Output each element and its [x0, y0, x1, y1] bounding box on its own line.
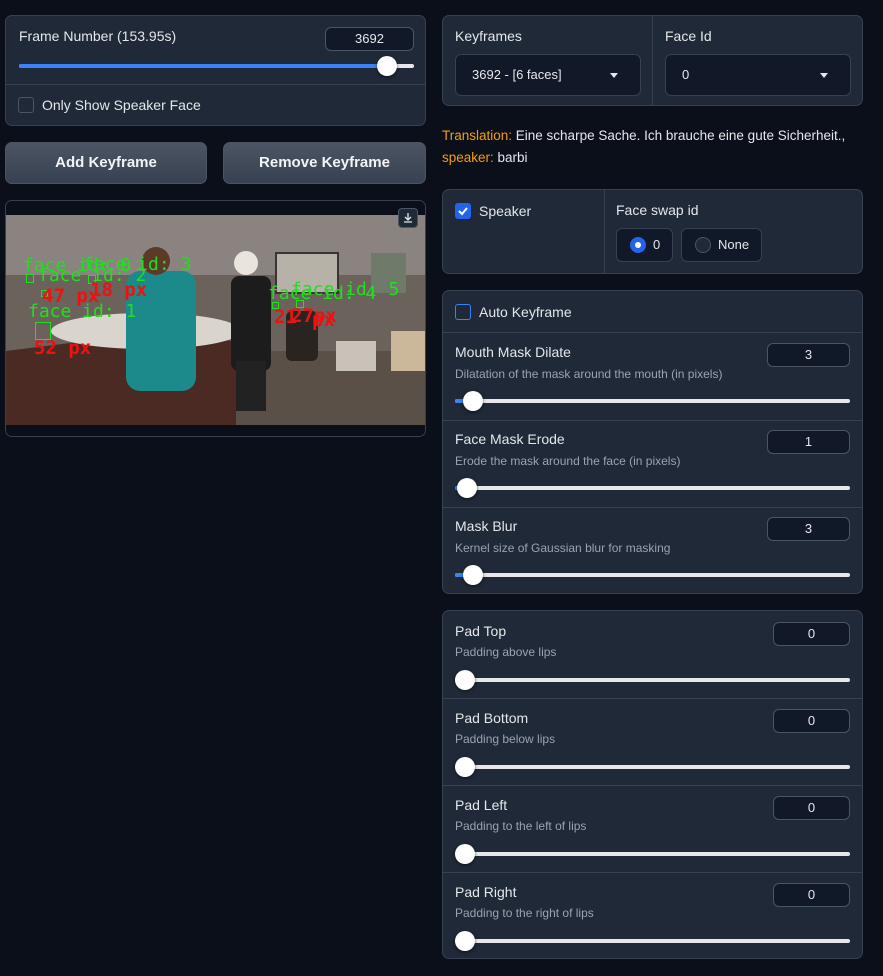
pad-right-thumb[interactable]: [455, 931, 475, 951]
mouth-mask-dilate-row: Mouth Mask Dilate Dilatation of the mask…: [443, 333, 862, 420]
face-swap-label: Face swap id: [616, 202, 699, 218]
padding-settings-panel: Pad Top Padding above lips 0 Pad Bottom …: [442, 610, 863, 959]
keyframes-label: Keyframes: [455, 28, 522, 44]
annotation-distance-52: 52 px: [34, 337, 92, 359]
pad-right-label: Pad Right: [455, 884, 517, 900]
annotation-distance-px: px: [312, 309, 335, 331]
download-icon: [404, 213, 412, 223]
annotation-face-id-3: face id: 3: [83, 254, 192, 275]
face-id-dropdown[interactable]: 0: [665, 54, 851, 96]
mask-blur-input[interactable]: 3: [767, 517, 850, 541]
pad-top-info: Padding above lips: [455, 645, 557, 659]
speaker-checkbox[interactable]: [455, 203, 471, 219]
auto-keyframe-checkbox[interactable]: [455, 304, 471, 320]
translation-key: Translation:: [442, 128, 513, 143]
mouth-mask-dilate-info: Dilatation of the mask around the mouth …: [455, 367, 723, 381]
chevron-down-icon: [820, 73, 828, 78]
frame-number-label: Frame Number (153.95s): [19, 28, 177, 44]
mouth-mask-dilate-label: Mouth Mask Dilate: [455, 344, 571, 360]
face-swap-option-none-label: None: [718, 237, 750, 252]
translation-value: Eine scharpe Sache. Ich brauche eine gut…: [512, 128, 846, 143]
mouth-mask-dilate-thumb[interactable]: [463, 391, 483, 411]
chevron-down-icon: [610, 73, 618, 78]
face-swap-option-0[interactable]: 0: [616, 228, 673, 262]
auto-keyframe-label: Auto Keyframe: [479, 304, 572, 320]
keyframes-dropdown[interactable]: 3692 - [6 faces]: [455, 54, 641, 96]
face-mask-erode-row: Face Mask Erode Erode the mask around th…: [443, 420, 862, 507]
mouth-mask-dilate-input[interactable]: 3: [767, 343, 850, 367]
pad-left-info: Padding to the left of lips: [455, 819, 587, 833]
check-icon: [458, 207, 468, 216]
radio-selected-icon: [630, 237, 646, 253]
face-mask-erode-input[interactable]: 1: [767, 430, 850, 454]
only-speaker-checkbox[interactable]: [18, 97, 34, 113]
face-mask-erode-slider[interactable]: [455, 478, 850, 498]
face-swap-option-0-label: 0: [653, 237, 661, 252]
face-id-label: Face Id: [665, 28, 712, 44]
face-swap-option-none[interactable]: None: [681, 228, 762, 262]
face-mask-erode-label: Face Mask Erode: [455, 431, 565, 447]
keyframes-value: 3692 - [6 faces]: [472, 67, 562, 82]
pad-right-row: Pad Right Padding to the right of lips 0: [443, 872, 862, 959]
speaker-label: Speaker: [479, 203, 532, 219]
keyframe-divider: [652, 16, 653, 105]
keyframe-select-panel: Keyframes 3692 - [6 faces] Face Id 0: [442, 15, 863, 106]
mask-blur-label: Mask Blur: [455, 518, 518, 534]
download-button[interactable]: [398, 208, 418, 228]
frame-divider: [6, 84, 425, 85]
pad-bottom-thumb[interactable]: [455, 757, 475, 777]
pad-left-input[interactable]: 0: [773, 796, 850, 820]
pad-top-slider[interactable]: [455, 670, 850, 690]
face-id-value: 0: [682, 67, 690, 82]
annotation-distance-18: 18 px: [90, 279, 148, 301]
pad-top-label: Pad Top: [455, 623, 507, 639]
frame-number-slider[interactable]: [19, 56, 414, 76]
mask-blur-row: Mask Blur Kernel size of Gaussian blur f…: [443, 507, 862, 594]
pad-top-input[interactable]: 0: [773, 622, 850, 646]
pad-left-label: Pad Left: [455, 797, 508, 813]
pad-right-input[interactable]: 0: [773, 883, 850, 907]
pad-right-info: Padding to the right of lips: [455, 906, 594, 920]
pad-left-row: Pad Left Padding to the left of lips 0: [443, 785, 862, 872]
frame-number-input[interactable]: 3692: [325, 27, 414, 51]
mask-blur-slider[interactable]: [455, 565, 850, 585]
pad-bottom-label: Pad Bottom: [455, 710, 529, 726]
pad-bottom-row: Pad Bottom Padding below lips 0: [443, 698, 862, 785]
pad-bottom-input[interactable]: 0: [773, 709, 850, 733]
radio-unselected-icon: [695, 237, 711, 253]
annotation-face-id-5: face id: 5: [291, 279, 400, 300]
mask-settings-panel: Auto Keyframe Mouth Mask Dilate Dilatati…: [442, 290, 863, 594]
frame-slider-fill: [19, 64, 387, 68]
pad-bottom-slider[interactable]: [455, 757, 850, 777]
remove-keyframe-button[interactable]: Remove Keyframe: [223, 142, 426, 184]
speaker-value: barbi: [493, 150, 528, 165]
add-keyframe-button[interactable]: Add Keyframe: [5, 142, 207, 184]
face-mask-erode-info: Erode the mask around the face (in pixel…: [455, 454, 681, 468]
only-speaker-label: Only Show Speaker Face: [42, 97, 201, 113]
pad-right-slider[interactable]: [455, 931, 850, 951]
face-mask-erode-thumb[interactable]: [457, 478, 477, 498]
speaker-divider: [604, 190, 605, 273]
pad-top-row: Pad Top Padding above lips 0: [443, 611, 862, 698]
translation-text: Translation: Eine scharpe Sache. Ich bra…: [442, 125, 872, 169]
mask-blur-info: Kernel size of Gaussian blur for masking: [455, 541, 671, 555]
frame-slider-thumb[interactable]: [377, 56, 397, 76]
pad-left-slider[interactable]: [455, 844, 850, 864]
video-preview[interactable]: face id: 0 face id: 2 face id: 3 face id…: [5, 200, 426, 437]
mask-blur-thumb[interactable]: [463, 565, 483, 585]
speaker-panel: Speaker Face swap id 0 None: [442, 189, 863, 274]
top-strip: [0, 0, 883, 8]
speaker-key: speaker:: [442, 150, 494, 165]
pad-left-thumb[interactable]: [455, 844, 475, 864]
mouth-mask-dilate-slider[interactable]: [455, 391, 850, 411]
frame-number-panel: Frame Number (153.95s) 3692 Only Show Sp…: [5, 15, 426, 126]
pad-bottom-info: Padding below lips: [455, 732, 556, 746]
pad-top-thumb[interactable]: [455, 670, 475, 690]
